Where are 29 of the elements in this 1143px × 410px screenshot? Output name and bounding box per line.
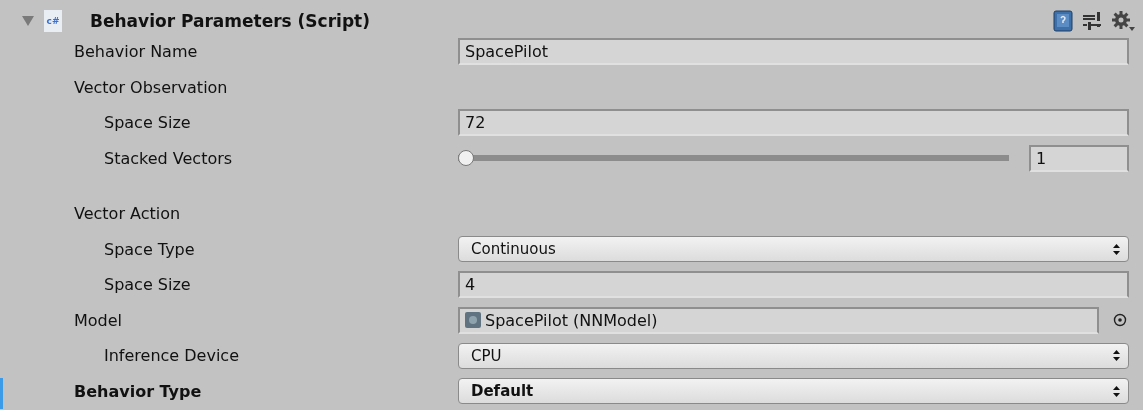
text-field[interactable]: 4: [458, 271, 1129, 299]
settings-icon[interactable]: [1111, 10, 1135, 32]
up-down-arrows-icon: [1113, 243, 1120, 255]
dropdown[interactable]: Continuous: [458, 236, 1129, 263]
text-field[interactable]: SpacePilot: [458, 38, 1129, 66]
field-label: Inference Device: [103, 346, 240, 366]
up-down-arrows-icon: [1113, 385, 1120, 397]
field-label: Model: [73, 310, 124, 330]
object-field[interactable]: SpacePilot (NNModel): [458, 306, 1099, 334]
number-field[interactable]: 1: [1029, 144, 1129, 172]
text-field[interactable]: 72: [458, 109, 1129, 137]
field-label: Space Size: [103, 113, 192, 133]
object-picker-icon[interactable]: [1113, 313, 1127, 328]
field-label: Vector Observation: [73, 77, 229, 97]
field-label: Space Type: [103, 239, 196, 259]
field-label: Stacked Vectors: [103, 148, 234, 168]
slider-thumb[interactable]: [458, 150, 474, 167]
field-label: Behavior Type: [73, 381, 203, 401]
dropdown[interactable]: CPU: [458, 342, 1129, 369]
component-title: Behavior Parameters (Script): [90, 11, 370, 31]
script-icon: c#: [44, 10, 62, 32]
up-down-arrows-icon: [1113, 350, 1120, 362]
field-label: Behavior Name: [73, 42, 199, 62]
preset-sliders-icon[interactable]: [1081, 10, 1103, 32]
dropdown[interactable]: Default: [458, 378, 1129, 405]
field-label: Vector Action: [73, 204, 182, 224]
help-book-icon[interactable]: [1053, 10, 1073, 32]
field-label: Space Size: [103, 275, 192, 295]
model-asset-icon: [465, 312, 481, 329]
